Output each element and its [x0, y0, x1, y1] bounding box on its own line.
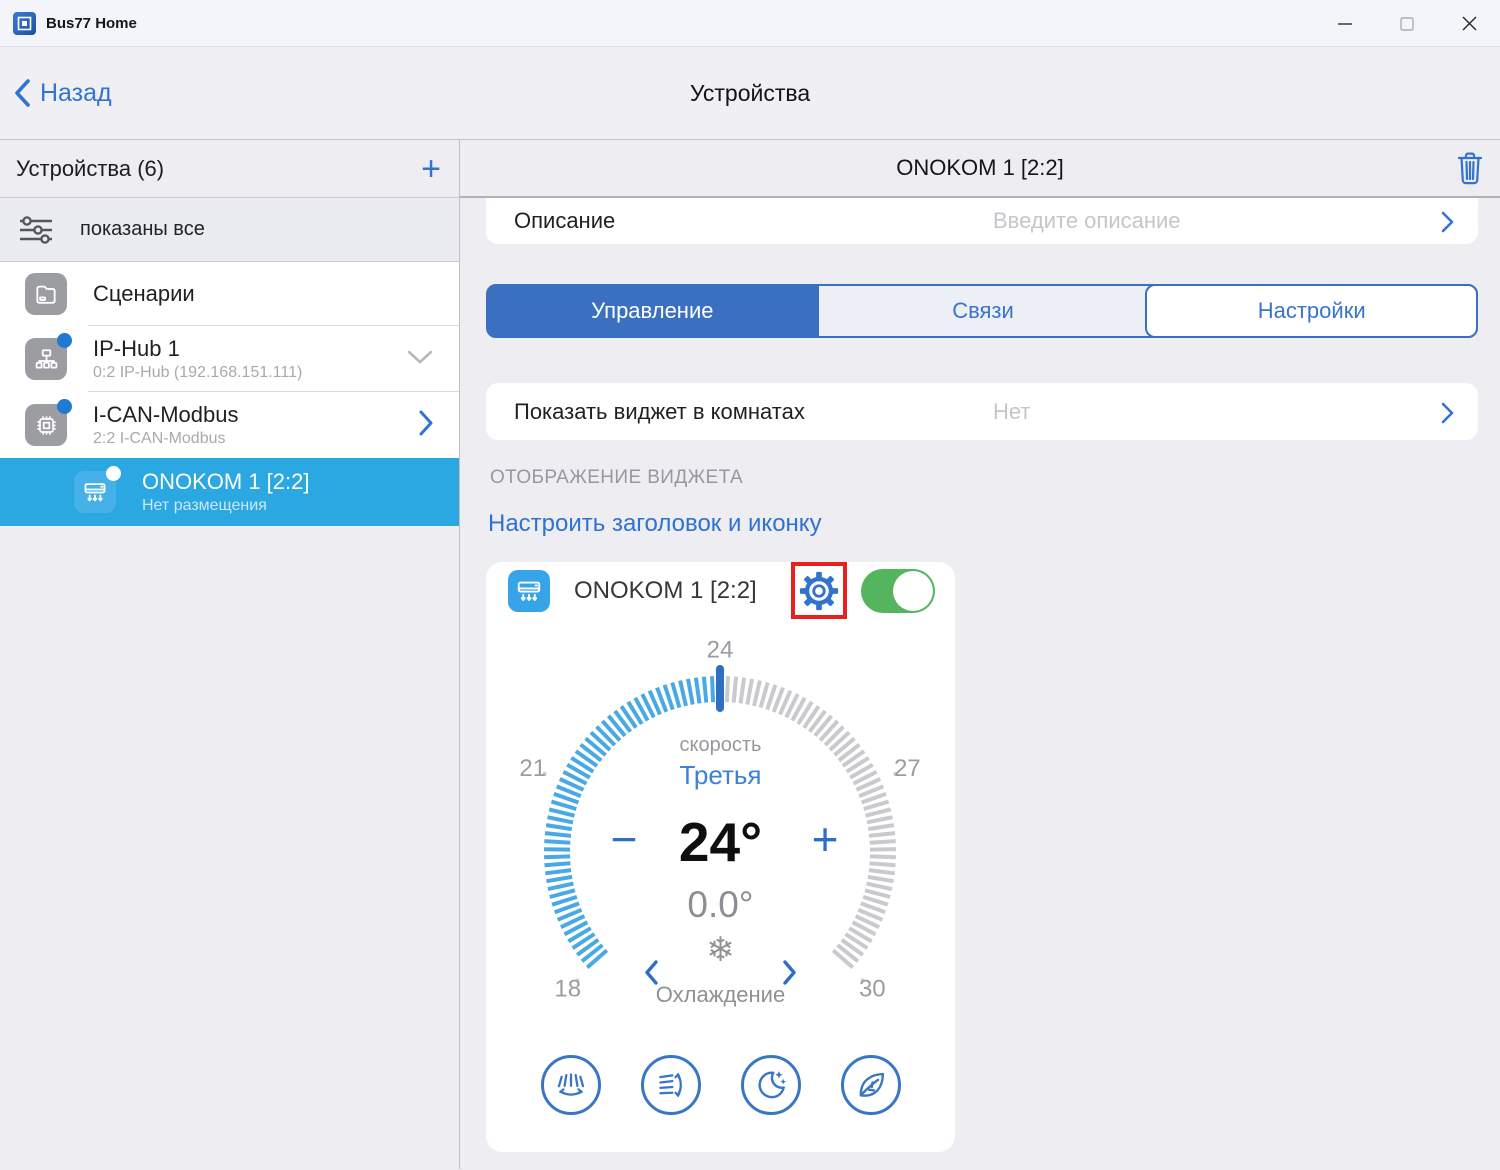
configure-title-icon-link[interactable]: Настроить заголовок и иконку	[488, 510, 822, 538]
widget-header: ONOKOM 1 [2:2]	[508, 562, 935, 619]
widget-preview-card: ONOKOM 1 [2:2] 18 21 24 27 30 скорость Т…	[486, 562, 955, 1152]
sidebar-header: Устройства (6) +	[0, 140, 459, 198]
widget-display-section-label: ОТОБРАЖЕНИЕ ВИДЖЕТА	[490, 467, 744, 488]
sidebar-item-ican-modbus[interactable]: I-CAN-Modbus 2:2 I-CAN-Modbus	[0, 392, 459, 458]
device-sublabel: Нет размещения	[142, 497, 267, 514]
fan-speed-value[interactable]: Третья	[486, 760, 955, 791]
status-badge	[57, 333, 72, 348]
description-label: Описание	[514, 208, 616, 233]
device-label: IP-Hub 1	[93, 336, 180, 361]
window-title: Bus77 Home	[46, 14, 137, 32]
device-label: I-CAN-Modbus	[93, 402, 239, 427]
night-mode-button[interactable]	[740, 1055, 801, 1115]
title-bar: Bus77 Home	[0, 0, 1500, 47]
device-label: ONOKOM 1 [2:2]	[142, 469, 310, 494]
show-widget-label: Показать виджет в комнатах	[514, 399, 805, 424]
chevron-right-icon	[1441, 211, 1454, 238]
status-badge	[106, 466, 121, 481]
close-button[interactable]	[1438, 0, 1500, 47]
hub-icon	[25, 333, 72, 380]
tab-bar: Управление Связи Настройки	[486, 284, 1479, 338]
ac-unit-icon	[74, 466, 121, 513]
device-sublabel: 2:2 I-CAN-Modbus	[93, 430, 226, 447]
sidebar-title: Устройства (6)	[16, 155, 165, 181]
device-list: Сценарии IP-Hub 1 0:2 IP-Hub (192.168.15…	[0, 262, 459, 526]
chevron-down-icon[interactable]	[407, 349, 433, 370]
filter-row[interactable]: показаны все	[0, 198, 459, 262]
tab-links[interactable]: Связи	[816, 286, 1148, 336]
gear-annotation-box	[791, 562, 847, 619]
minimize-button[interactable]	[1314, 0, 1376, 47]
current-temperature: 0.0°	[687, 884, 754, 925]
widget-toggle[interactable]	[861, 568, 935, 613]
chevron-right-icon	[1441, 402, 1454, 429]
show-widget-value: Нет	[993, 399, 1031, 424]
ac-unit-icon	[508, 569, 550, 612]
folder-icon	[25, 273, 67, 315]
device-sidebar: Устройства (6) + показаны все Сценарии I…	[0, 140, 460, 1169]
temp-plus-button[interactable]: +	[803, 816, 847, 862]
snowflake-icon: ❄	[706, 931, 735, 969]
toggle-knob	[893, 570, 933, 611]
svg-text:24: 24	[707, 637, 734, 664]
chip-icon	[25, 399, 72, 446]
filter-label: показаны все	[80, 218, 205, 240]
page-title: Устройства	[689, 79, 811, 106]
widget-buttons	[486, 1055, 955, 1115]
sidebar-item-scenarios[interactable]: Сценарии	[0, 262, 459, 326]
sidebar-item-ip-hub[interactable]: IP-Hub 1 0:2 IP-Hub (192.168.151.111)	[0, 326, 459, 392]
delete-device-button[interactable]	[1455, 151, 1485, 192]
maximize-button[interactable]	[1376, 0, 1438, 47]
mode-label: Охлаждение	[655, 982, 786, 1007]
detail-header: ONOKOM 1 [2:2]	[460, 140, 1500, 198]
gear-icon[interactable]	[798, 570, 840, 612]
tab-control[interactable]: Управление	[488, 286, 817, 336]
setpoint-temperature: 24°	[678, 811, 763, 873]
tab-settings[interactable]: Настройки	[1145, 284, 1479, 338]
page-header: Устройства Назад	[0, 47, 1500, 139]
description-placeholder: Введите описание	[993, 208, 1181, 233]
status-badge	[57, 399, 72, 414]
device-detail-panel: ONOKOM 1 [2:2] Описание Введите описание	[460, 140, 1500, 1169]
chevron-right-icon[interactable]	[418, 410, 433, 441]
eco-mode-button[interactable]	[840, 1055, 901, 1115]
device-label: Сценарии	[93, 281, 195, 306]
detail-title: ONOKOM 1 [2:2]	[896, 155, 1064, 180]
filter-sliders-icon	[18, 214, 54, 246]
widget-title: ONOKOM 1 [2:2]	[574, 576, 757, 604]
swing-vertical-button[interactable]	[640, 1055, 701, 1115]
show-widget-row[interactable]: Показать виджет в комнатах Нет	[486, 383, 1478, 440]
description-row[interactable]: Описание Введите описание	[486, 198, 1478, 244]
sidebar-item-onokom[interactable]: ONOKOM 1 [2:2] Нет размещения	[0, 458, 459, 526]
fan-speed-label: скорость	[679, 734, 762, 756]
add-device-button[interactable]: +	[421, 152, 441, 186]
sidebar-filler	[0, 526, 459, 1169]
detail-content: Описание Введите описание Управление Свя…	[460, 198, 1500, 1152]
device-sublabel: 0:2 IP-Hub (192.168.151.111)	[93, 364, 303, 381]
app-logo-icon	[13, 11, 36, 35]
swing-horizontal-button[interactable]	[540, 1055, 601, 1115]
